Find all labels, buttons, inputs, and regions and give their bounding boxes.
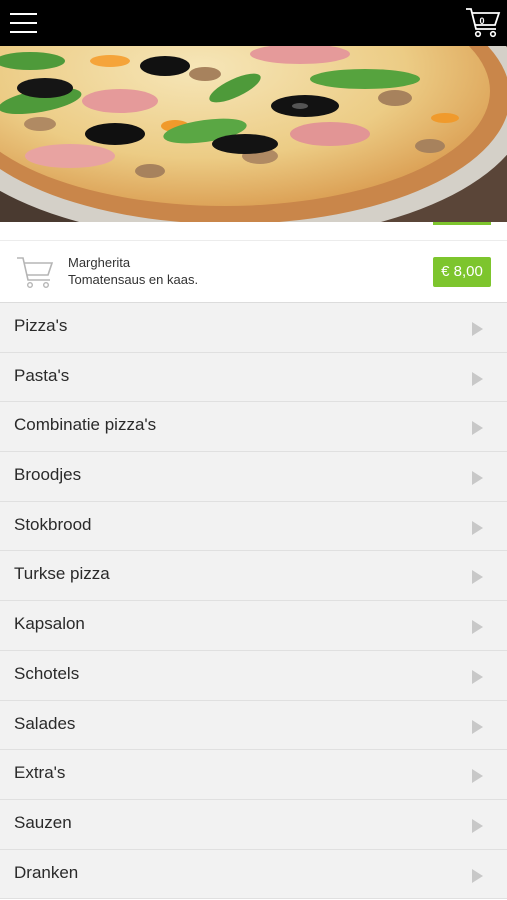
chevron-right-icon	[472, 471, 483, 486]
category-label: Salades	[14, 713, 76, 733]
category-item-sauzen[interactable]: Sauzen	[0, 799, 507, 850]
chevron-right-icon	[472, 769, 483, 784]
category-item-pizzas[interactable]: Pizza's	[0, 303, 507, 353]
product-item[interactable]: Margherita Tomatensaus en kaas. € 8,00	[0, 240, 507, 303]
cart-count-badge: 0	[479, 16, 485, 26]
top-bar: 0	[0, 0, 507, 46]
chevron-right-icon	[472, 669, 483, 684]
category-label: Dranken	[14, 862, 79, 882]
cart-button[interactable]: 0	[465, 6, 501, 40]
category-label: Turkse pizza	[14, 564, 110, 584]
chevron-right-icon	[472, 520, 483, 535]
category-item-stokbrood[interactable]: Stokbrood	[0, 501, 507, 552]
chevron-right-icon	[472, 421, 483, 436]
category-item-dranken[interactable]: Dranken	[0, 849, 507, 900]
category-item-salades[interactable]: Salades	[0, 700, 507, 751]
category-label: Pizza's	[14, 316, 68, 335]
chevron-right-icon	[472, 818, 483, 833]
category-list: Pizza's Pasta's Combinatie pizza's Brood…	[0, 303, 507, 900]
category-label: Sauzen	[14, 812, 72, 832]
menu-icon-line	[10, 22, 37, 24]
category-item-broodjes[interactable]: Broodjes	[0, 452, 507, 502]
chevron-right-icon	[472, 620, 483, 635]
product-description: Tomatensaus en kaas.	[68, 272, 199, 287]
category-item-combinatie-pizzas[interactable]: Combinatie pizza's	[0, 402, 507, 453]
menu-icon[interactable]	[10, 11, 37, 35]
category-item-turkse-pizza[interactable]: Turkse pizza	[0, 551, 507, 602]
category-label: Schotels	[14, 663, 80, 683]
chevron-right-icon	[472, 322, 483, 336]
chevron-right-icon	[472, 719, 483, 734]
product-name: Margherita	[68, 255, 131, 270]
chevron-right-icon	[472, 371, 483, 386]
category-item-kapsalon[interactable]: Kapsalon	[0, 601, 507, 651]
hero-pizza-image	[0, 46, 507, 222]
partial-price-badge	[433, 222, 491, 225]
category-item-pastas[interactable]: Pasta's	[0, 352, 507, 403]
chevron-right-icon	[472, 570, 483, 585]
add-to-cart-icon[interactable]	[15, 254, 55, 290]
category-item-schotels[interactable]: Schotels	[0, 650, 507, 701]
category-item-extras[interactable]: Extra's	[0, 750, 507, 800]
category-label: Combinatie pizza's	[14, 415, 157, 435]
menu-icon-line	[10, 31, 37, 33]
pizza-illustration	[0, 46, 507, 222]
category-label: Stokbrood	[14, 514, 92, 534]
previous-product-row-partial	[0, 222, 507, 240]
category-label: Broodjes	[14, 465, 82, 485]
category-label: Extra's	[14, 763, 66, 783]
category-label: Kapsalon	[14, 614, 85, 634]
menu-icon-line	[10, 13, 37, 15]
price-badge[interactable]: € 8,00	[433, 257, 491, 287]
chevron-right-icon	[472, 868, 483, 883]
category-label: Pasta's	[14, 365, 70, 385]
